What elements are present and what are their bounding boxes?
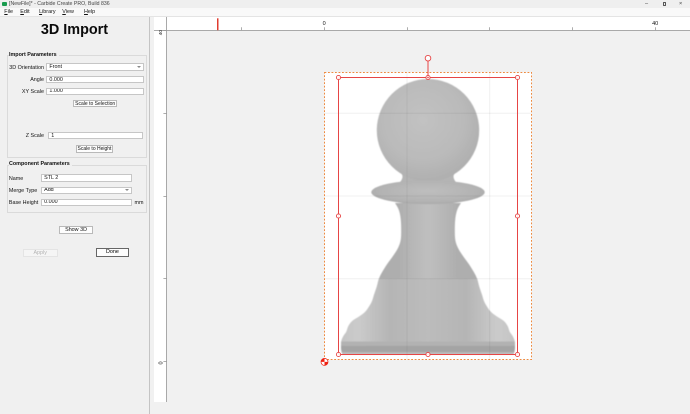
- svg-text:40: 40: [158, 30, 163, 36]
- svg-text:40: 40: [652, 21, 658, 27]
- svg-text:0: 0: [159, 361, 165, 364]
- svg-text:0: 0: [323, 21, 326, 27]
